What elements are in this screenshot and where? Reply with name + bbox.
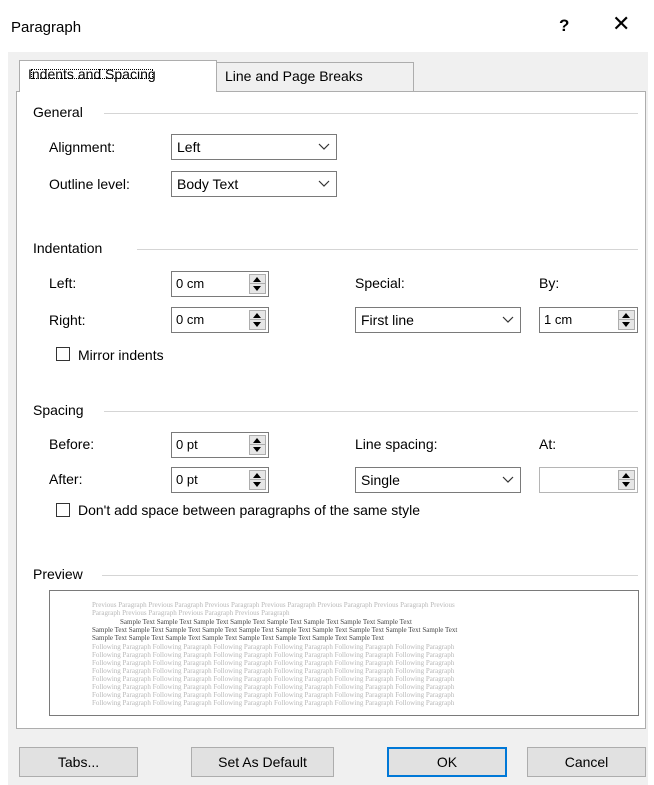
group-heading-preview: Preview — [33, 566, 83, 582]
divider — [137, 249, 638, 250]
at-label: At: — [539, 436, 557, 452]
group-heading-indentation: Indentation — [33, 240, 103, 256]
preview-following-text: Following Paragraph Following Paragraph … — [92, 691, 455, 699]
by-label: By: — [539, 275, 560, 291]
preview-previous-text: Paragraph Previous Paragraph Previous Pa… — [92, 609, 290, 617]
by-spinner[interactable]: 1 cm — [539, 307, 638, 333]
preview-sample-text: Sample Text Sample Text Sample Text Samp… — [92, 634, 384, 642]
preview-following-text: Following Paragraph Following Paragraph … — [92, 659, 455, 667]
indent-left-value: 0 cm — [176, 276, 205, 291]
spinner-arrows-icon[interactable] — [618, 310, 635, 330]
before-value: 0 pt — [176, 437, 198, 452]
chevron-down-icon — [311, 172, 336, 196]
tab-indents-and-spacing[interactable]: Indents and Spacing — [19, 60, 217, 92]
outline-level-dropdown[interactable]: Body Text — [171, 171, 337, 197]
tabs-button[interactable]: Tabs... — [19, 747, 138, 777]
preview-following-text: Following Paragraph Following Paragraph … — [92, 667, 455, 675]
spinner-arrows-icon[interactable] — [249, 435, 266, 455]
set-as-default-button[interactable]: Set As Default — [191, 747, 334, 777]
alignment-label: Alignment: — [49, 139, 116, 155]
preview-previous-text: Previous Paragraph Previous Paragraph Pr… — [92, 601, 455, 609]
group-heading-spacing: Spacing — [33, 402, 84, 418]
ok-button[interactable]: OK — [387, 747, 507, 777]
spinner-arrows-icon[interactable] — [249, 310, 266, 330]
tab-label: Indents and Spacing — [28, 66, 156, 82]
before-label: Before: — [49, 436, 95, 452]
cancel-button[interactable]: Cancel — [527, 747, 646, 777]
preview-following-text: Following Paragraph Following Paragraph … — [92, 651, 455, 659]
after-label: After: — [49, 471, 83, 487]
spinner-arrows-icon[interactable] — [618, 470, 635, 490]
by-value: 1 cm — [544, 312, 573, 327]
outline-level-label: Outline level: — [49, 176, 130, 192]
chevron-down-icon — [495, 468, 520, 492]
close-button[interactable]: ✕ — [612, 13, 630, 35]
spinner-arrows-icon[interactable] — [249, 274, 266, 294]
close-icon: ✕ — [612, 11, 631, 36]
indent-right-spinner[interactable]: 0 cm — [171, 307, 269, 333]
at-spinner[interactable] — [539, 467, 638, 493]
before-spinner[interactable]: 0 pt — [171, 432, 269, 458]
preview-following-text: Following Paragraph Following Paragraph … — [92, 675, 455, 683]
indent-left-label: Left: — [49, 275, 77, 291]
preview-sample-text: Sample Text Sample Text Sample Text Samp… — [120, 618, 412, 626]
tab-label: Line and Page Breaks — [225, 68, 363, 84]
indent-right-label: Right: — [49, 312, 86, 328]
alignment-dropdown[interactable]: Left — [171, 134, 337, 160]
special-dropdown[interactable]: First line — [355, 307, 521, 333]
line-spacing-label: Line spacing: — [355, 436, 438, 452]
divider — [102, 575, 638, 576]
help-button[interactable]: ? — [559, 16, 569, 36]
preview-sample-text: Sample Text Sample Text Sample Text Samp… — [92, 626, 458, 634]
indent-left-spinner[interactable]: 0 cm — [171, 271, 269, 297]
chevron-down-icon — [311, 135, 336, 159]
after-value: 0 pt — [176, 472, 198, 487]
title-bar — [0, 0, 654, 52]
tab-line-and-page-breaks[interactable]: Line and Page Breaks — [216, 62, 414, 92]
special-value: First line — [361, 312, 414, 328]
special-label: Special: — [355, 275, 405, 291]
mirror-indents-checkbox[interactable] — [56, 347, 70, 361]
divider — [104, 411, 638, 412]
line-spacing-dropdown[interactable]: Single — [355, 467, 521, 493]
outline-level-value: Body Text — [177, 176, 239, 192]
group-heading-general: General — [33, 104, 83, 120]
mirror-indents-label: Mirror indents — [78, 347, 164, 363]
divider — [104, 113, 638, 114]
after-spinner[interactable]: 0 pt — [171, 467, 269, 493]
line-spacing-value: Single — [361, 472, 400, 488]
preview-following-text: Following Paragraph Following Paragraph … — [92, 699, 455, 707]
dialog-title: Paragraph — [11, 19, 82, 36]
dont-add-space-label: Don't add space between paragraphs of th… — [78, 502, 420, 518]
dont-add-space-checkbox[interactable] — [56, 503, 70, 517]
spinner-arrows-icon[interactable] — [249, 470, 266, 490]
preview-following-text: Following Paragraph Following Paragraph … — [92, 643, 455, 651]
chevron-down-icon — [495, 308, 520, 332]
preview-following-text: Following Paragraph Following Paragraph … — [92, 683, 455, 691]
preview-box: Previous Paragraph Previous Paragraph Pr… — [49, 590, 639, 716]
alignment-value: Left — [177, 139, 201, 155]
indent-right-value: 0 cm — [176, 312, 205, 327]
